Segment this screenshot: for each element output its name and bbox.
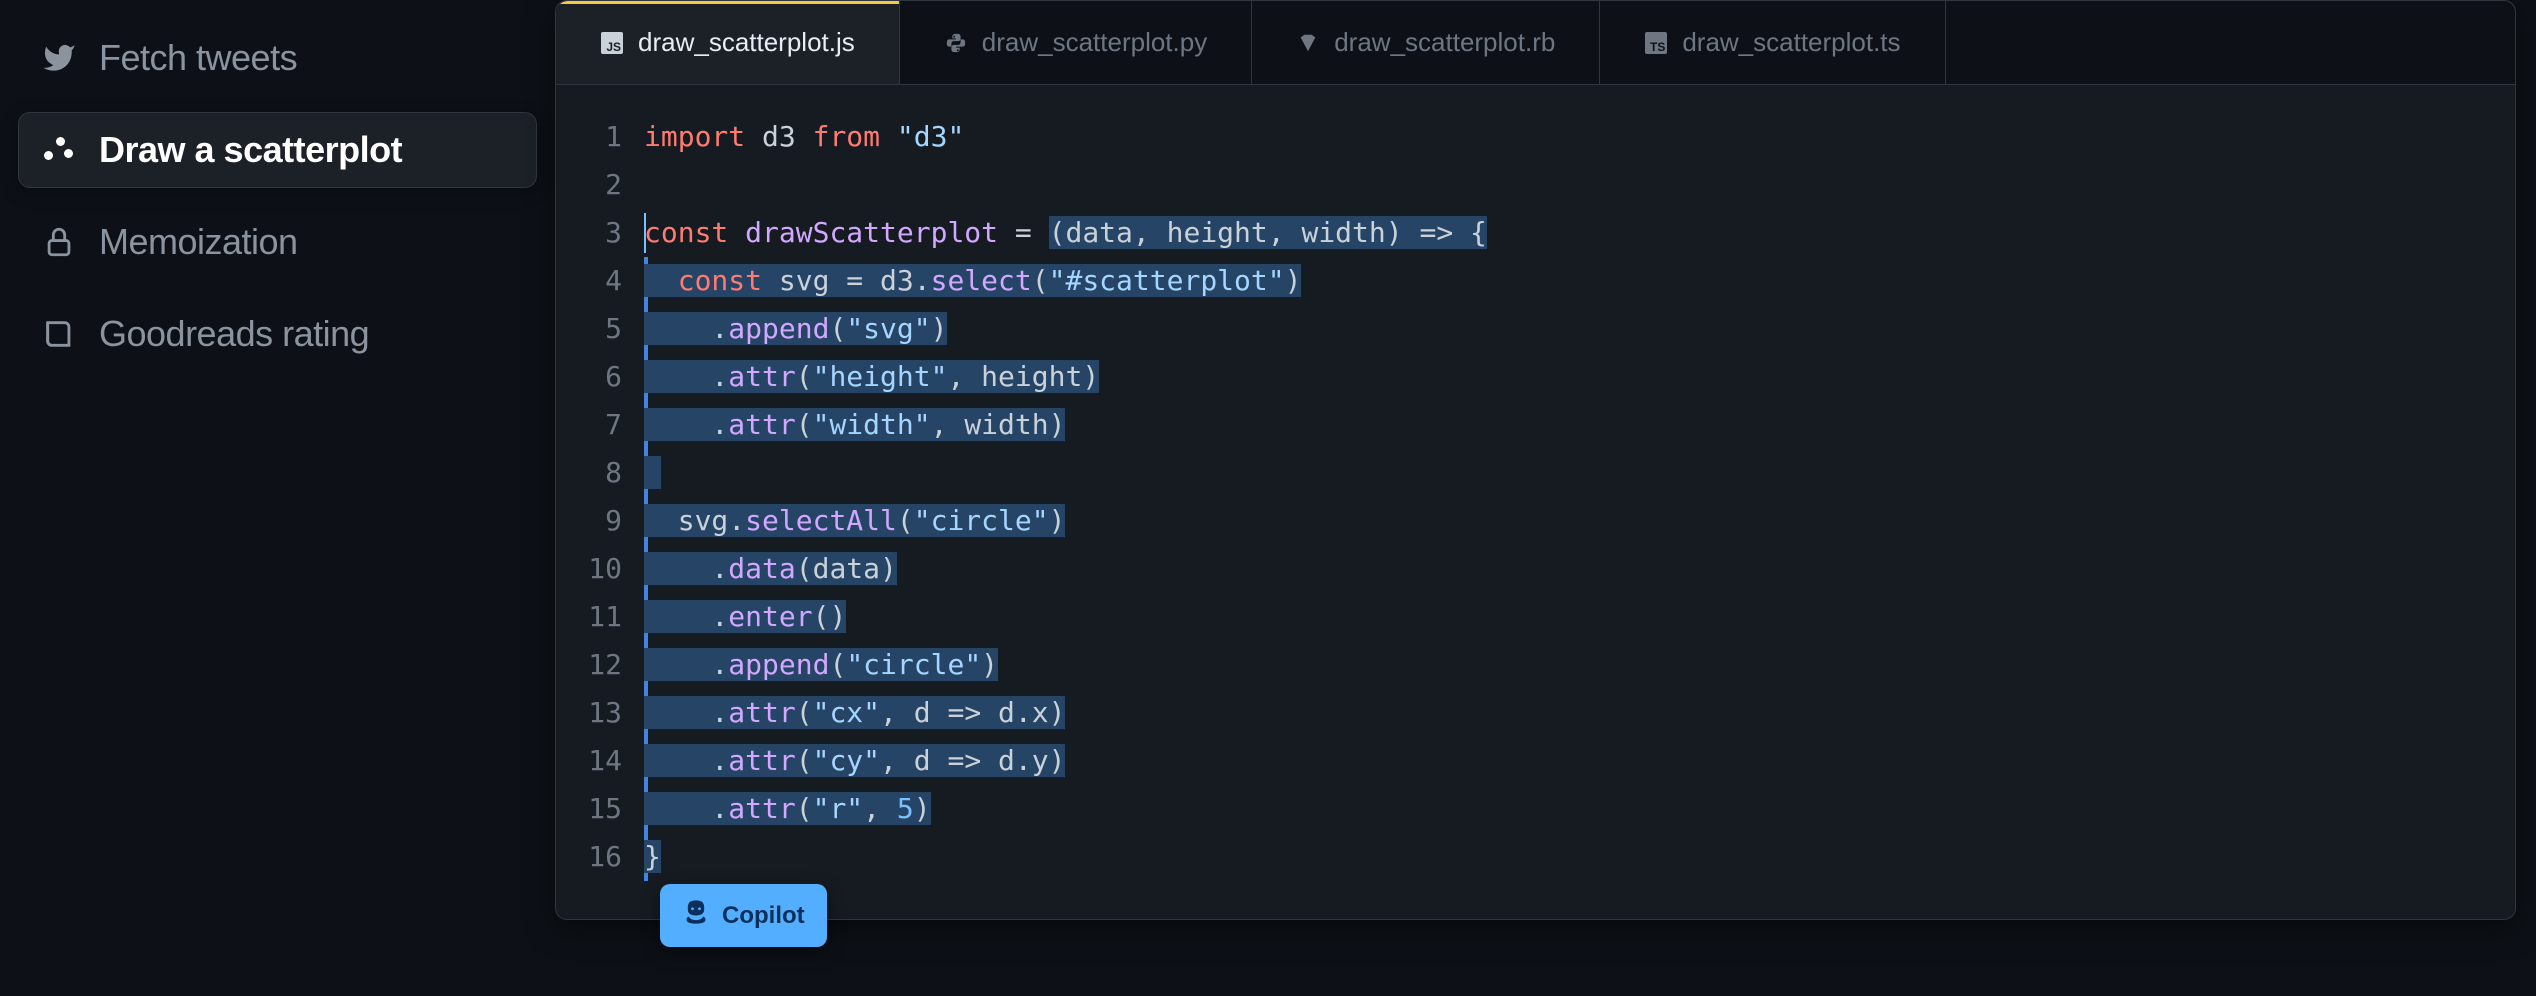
code-line: 3 const drawScatterplot = (data, height,… [574, 209, 2515, 257]
ruby-icon [1296, 31, 1320, 55]
tab-draw-scatterplot-js[interactable]: JS draw_scatterplot.js [556, 1, 900, 84]
code-line: 16 } [574, 833, 2515, 881]
python-icon [944, 31, 968, 55]
sidebar-item-draw-scatterplot[interactable]: Draw a scatterplot [18, 112, 537, 188]
line-number: 2 [574, 161, 644, 209]
code-line: 2 [574, 161, 2515, 209]
sidebar-item-label: Fetch tweets [99, 37, 297, 79]
code-line: 6 .attr("height", height) [574, 353, 2515, 401]
tab-draw-scatterplot-py[interactable]: draw_scatterplot.py [900, 1, 1252, 84]
tab-label: draw_scatterplot.py [982, 27, 1207, 58]
code-line: 13 .attr("cx", d => d.x) [574, 689, 2515, 737]
line-number: 11 [574, 593, 644, 641]
line-number: 6 [574, 353, 644, 401]
line-number: 16 [574, 833, 644, 881]
code-line: 7 .attr("width", width) [574, 401, 2515, 449]
line-number: 9 [574, 497, 644, 545]
code-line: 9 svg.selectAll("circle") [574, 497, 2515, 545]
sidebar: Fetch tweets Draw a scatterplot Memoizat… [0, 0, 555, 996]
code-line: 12 .append("circle") [574, 641, 2515, 689]
line-number: 8 [574, 449, 644, 497]
tab-draw-scatterplot-ts[interactable]: TS draw_scatterplot.ts [1600, 1, 1945, 84]
line-number: 4 [574, 257, 644, 305]
line-number: 1 [574, 113, 644, 161]
code-line: 4 const svg = d3.select("#scatterplot") [574, 257, 2515, 305]
line-number: 3 [574, 209, 644, 257]
code-line: 11 .enter() [574, 593, 2515, 641]
editor-tabs: JS draw_scatterplot.js draw_scatterplot.… [556, 1, 2515, 85]
editor-panel: JS draw_scatterplot.js draw_scatterplot.… [555, 0, 2516, 920]
sidebar-item-fetch-tweets[interactable]: Fetch tweets [18, 20, 537, 96]
code-line: 1 import d3 from "d3" [574, 113, 2515, 161]
sidebar-item-label: Draw a scatterplot [99, 129, 402, 171]
code-line: 14 .attr("cy", d => d.y) [574, 737, 2515, 785]
twitter-icon [41, 40, 77, 76]
line-number: 5 [574, 305, 644, 353]
line-number: 10 [574, 545, 644, 593]
copilot-button[interactable]: Copilot [660, 884, 827, 947]
line-number: 7 [574, 401, 644, 449]
sidebar-item-goodreads[interactable]: Goodreads rating [18, 296, 537, 372]
sidebar-item-memoization[interactable]: Memoization [18, 204, 537, 280]
js-icon: JS [600, 31, 624, 55]
tab-label: draw_scatterplot.js [638, 27, 855, 58]
copilot-icon [682, 898, 710, 933]
tab-draw-scatterplot-rb[interactable]: draw_scatterplot.rb [1252, 1, 1600, 84]
ts-icon: TS [1644, 31, 1668, 55]
copilot-label: Copilot [722, 902, 805, 930]
sidebar-item-label: Goodreads rating [99, 313, 369, 355]
lock-icon [41, 224, 77, 260]
code-editor[interactable]: 1 import d3 from "d3" 2 3 const drawScat… [556, 85, 2515, 919]
book-icon [41, 316, 77, 352]
code-line: 5 .append("svg") [574, 305, 2515, 353]
line-number: 15 [574, 785, 644, 833]
code-line: 15 .attr("r", 5) [574, 785, 2515, 833]
line-number: 14 [574, 737, 644, 785]
code-line: 8 [574, 449, 2515, 497]
tab-label: draw_scatterplot.ts [1682, 27, 1900, 58]
code-line: 10 .data(data) [574, 545, 2515, 593]
scatter-icon [41, 132, 77, 168]
sidebar-item-label: Memoization [99, 221, 298, 263]
tab-label: draw_scatterplot.rb [1334, 27, 1555, 58]
line-number: 13 [574, 689, 644, 737]
line-number: 12 [574, 641, 644, 689]
